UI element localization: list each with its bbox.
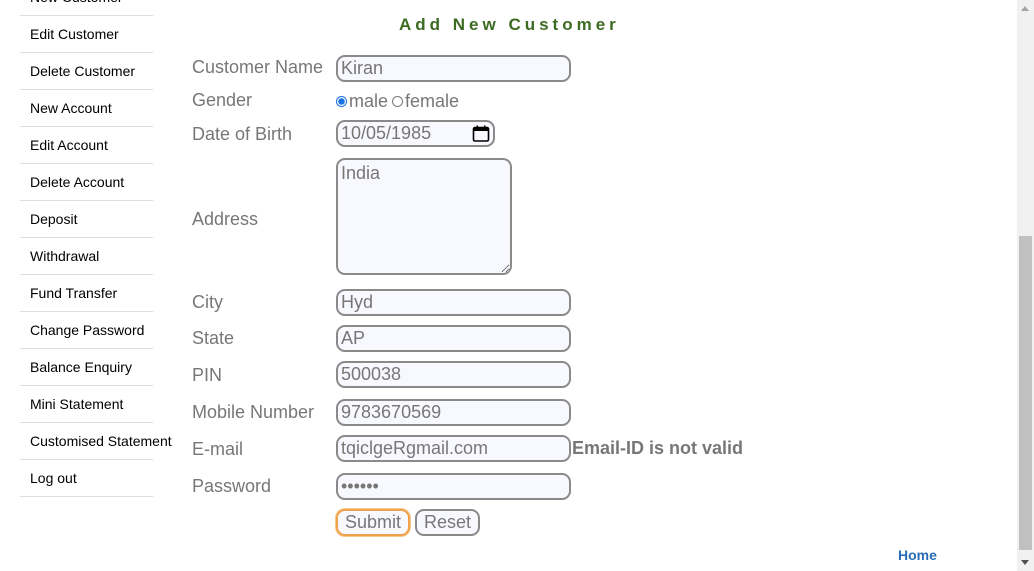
vertical-scrollbar[interactable] (1017, 0, 1034, 571)
pin-label: PIN (192, 365, 223, 385)
sidebar-item-withdrawal[interactable]: Withdrawal (20, 238, 153, 275)
sidebar-item-new-customer[interactable]: New Customer (20, 0, 153, 16)
gender-female-radio[interactable] (392, 96, 404, 107)
email-input[interactable] (336, 435, 571, 462)
address-textarea[interactable]: India (336, 158, 512, 275)
gender-male-label: male (349, 91, 389, 111)
state-label: State (192, 328, 235, 348)
pin-input[interactable] (336, 361, 571, 388)
submit-button[interactable]: Submit (336, 509, 410, 536)
email-label: E-mail (192, 439, 244, 459)
sidebar-nav: New Customer Edit Customer Delete Custom… (20, 0, 172, 497)
sidebar-item-log-out[interactable]: Log out (20, 460, 153, 497)
scroll-down-arrow-icon[interactable] (1021, 560, 1029, 565)
sidebar-item-new-account[interactable]: New Account (20, 90, 153, 127)
gender-label: Gender (192, 90, 253, 110)
customer-name-label: Customer Name (192, 57, 324, 77)
page-title: Add New Customer (399, 15, 620, 34)
state-input[interactable] (336, 325, 571, 352)
address-label: Address (192, 209, 259, 229)
dob-label: Date of Birth (192, 124, 293, 144)
mobile-label: Mobile Number (192, 402, 315, 422)
scroll-up-arrow-icon[interactable] (1021, 6, 1029, 11)
sidebar-item-mini-statement[interactable]: Mini Statement (20, 386, 153, 423)
sidebar-item-fund-transfer[interactable]: Fund Transfer (20, 275, 153, 312)
city-input[interactable] (336, 289, 571, 316)
city-label: City (192, 292, 223, 312)
gender-male-radio[interactable] (336, 96, 347, 107)
sidebar-item-delete-customer[interactable]: Delete Customer (20, 53, 153, 90)
sidebar-item-change-password[interactable]: Change Password (20, 312, 153, 349)
sidebar-item-edit-account[interactable]: Edit Account (20, 127, 153, 164)
password-label: Password (192, 476, 272, 496)
sidebar-item-delete-account[interactable]: Delete Account (20, 164, 153, 201)
mobile-input[interactable] (336, 399, 571, 426)
scroll-thumb[interactable] (1019, 236, 1032, 550)
sidebar-item-deposit[interactable]: Deposit (20, 201, 153, 238)
customer-name-input[interactable] (336, 55, 571, 82)
email-error-message: Email-ID is not valid (572, 438, 744, 458)
gender-female-label: female (405, 91, 460, 111)
sidebar-item-edit-customer[interactable]: Edit Customer (20, 16, 153, 53)
sidebar-item-balance-enquiry[interactable]: Balance Enquiry (20, 349, 153, 386)
reset-button[interactable]: Reset (415, 509, 480, 536)
home-link[interactable]: Home (898, 547, 937, 563)
sidebar-item-customised-statement[interactable]: Customised Statement (20, 423, 172, 460)
password-input[interactable] (336, 473, 571, 500)
gender-radio-group: male female (336, 91, 459, 112)
calendar-icon[interactable] (472, 125, 490, 142)
